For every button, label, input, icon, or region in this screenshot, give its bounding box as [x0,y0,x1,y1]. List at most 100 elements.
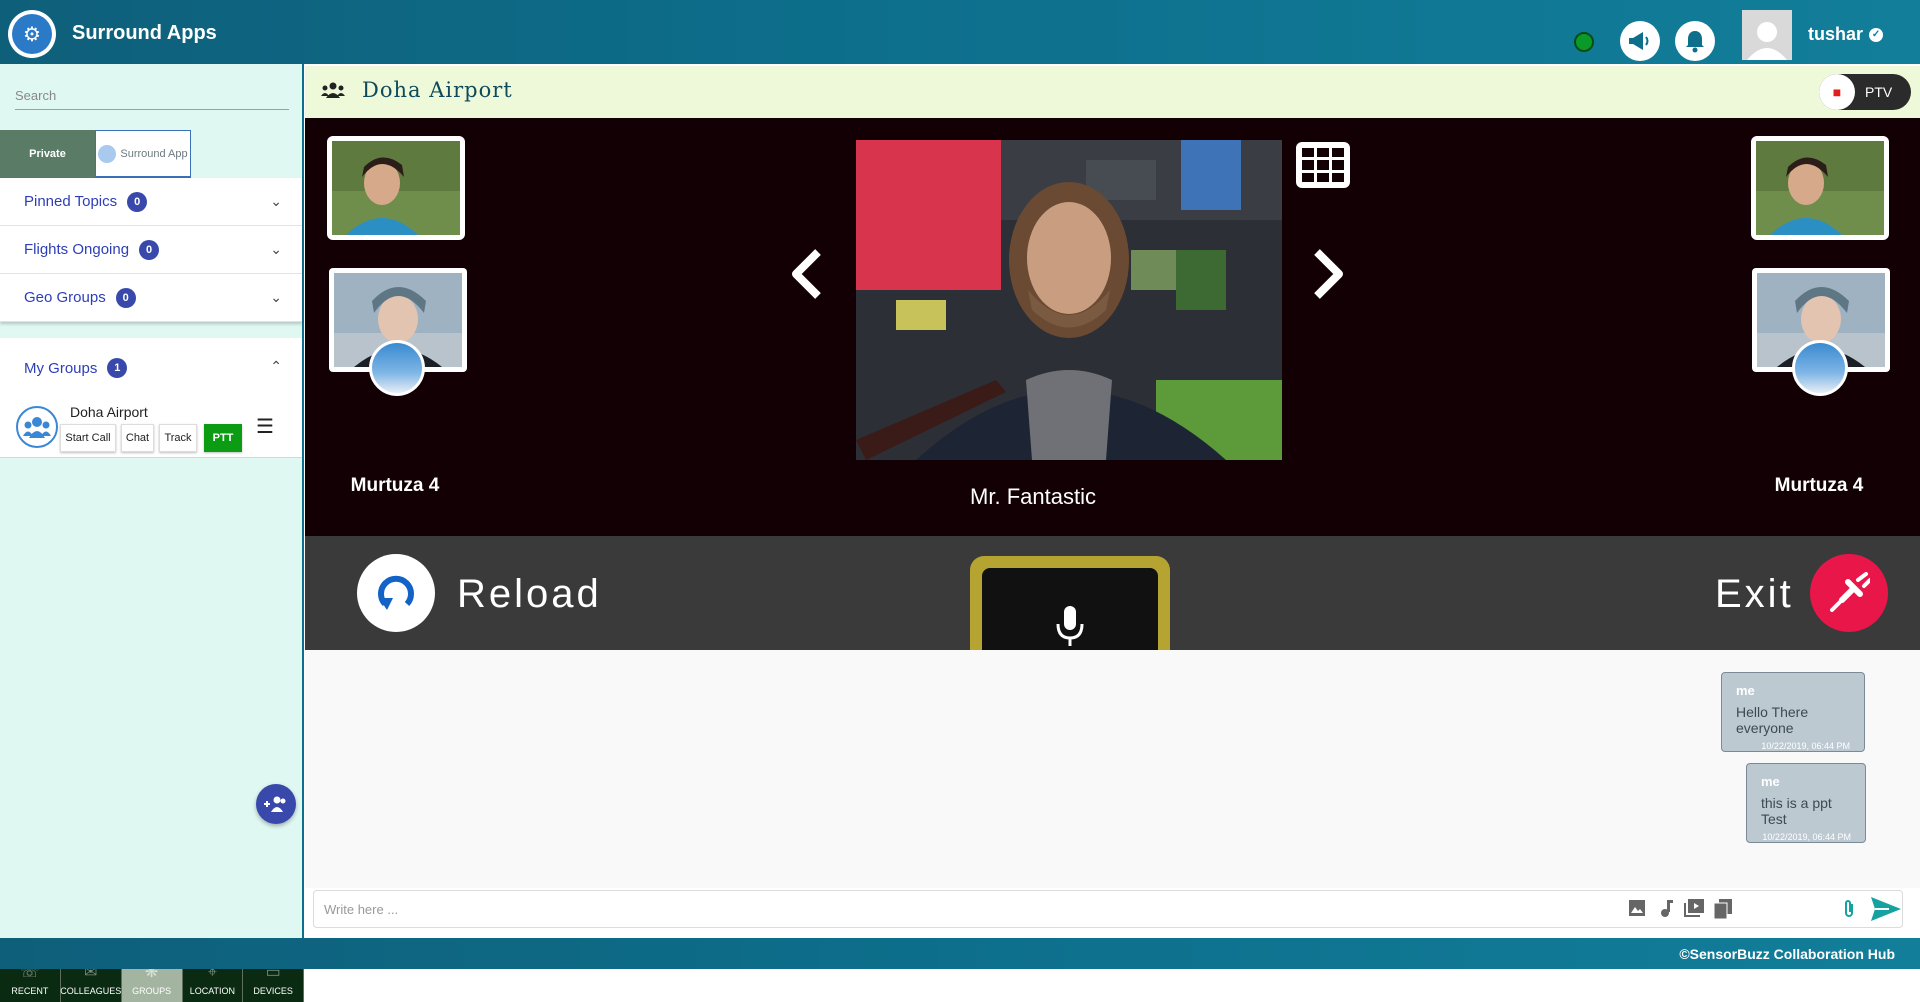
megaphone-icon [1629,32,1649,50]
nav-location-label: LOCATION [189,986,236,996]
start-call-button[interactable]: Start Call [60,424,116,452]
group-avatar-icon [16,406,58,448]
chevron-up-icon: ⌃ [270,358,282,374]
participant-thumbnail[interactable] [327,136,465,240]
microphone-icon [982,568,1158,650]
accordion-flights-ongoing[interactable]: Flights Ongoing 0 ⌄ [0,226,302,274]
music-note-icon[interactable] [1659,899,1673,922]
push-to-talk-button[interactable] [970,556,1170,650]
footer-copyright: ©SensorBuzz Collaboration Hub [1679,946,1895,962]
video-stage: Murtuza 4 Mr. Fantastic Murtuza 4 [305,118,1920,536]
my-groups-count: 1 [107,358,128,378]
conversation-title: Doha Airport [362,78,513,102]
footer: ©SensorBuzz Collaboration Hub [0,938,1920,969]
reload-button[interactable] [357,554,435,632]
pinned-topics-label: Pinned Topics [24,193,118,210]
chat-button[interactable]: Chat [121,424,154,452]
participant-avatar[interactable] [369,340,425,396]
geo-groups-count: 0 [115,287,136,308]
call-controls: Reload Exit [305,536,1920,650]
reload-icon [378,575,414,610]
participant-video [332,141,460,235]
search-input[interactable]: Search [15,82,289,110]
add-group-button[interactable] [256,784,296,824]
accordion-my-groups[interactable]: My Groups 1 ⌃ [0,338,302,398]
message-input[interactable]: Write here ... [324,902,398,917]
user-silhouette-icon [1747,22,1787,60]
sidebar-tabs: Private Surround App [0,130,191,178]
tab-surround-app[interactable]: Surround App [95,130,191,178]
my-groups-accordion: My Groups 1 ⌃ [0,338,302,398]
track-button[interactable]: Track [159,424,197,452]
accordion-pinned-topics[interactable]: Pinned Topics 0 ⌄ [0,178,302,226]
chat-area: me Hello There everyone 10/22/2019, 06:4… [305,650,1920,888]
user-avatar[interactable] [1742,10,1792,60]
chat-message: me Hello There everyone 10/22/2019, 06:4… [1721,672,1865,752]
geo-groups-label: Geo Groups [24,289,106,306]
message-composer[interactable]: Write here ... [313,890,1903,928]
user-name: tushar [1808,24,1864,44]
topics-accordion: Pinned Topics 0 ⌄ Flights Ongoing 0 ⌄ Ge… [0,178,302,322]
participant-name-left: Murtuza 4 [350,475,440,496]
reload-label[interactable]: Reload [457,572,602,617]
add-group-icon [264,796,286,812]
conversation-header: Doha Airport ■ PTV [305,66,1920,118]
document-icon[interactable] [1713,899,1732,924]
online-status-indicator [1574,32,1594,52]
video-library-icon[interactable] [1684,899,1704,922]
message-sender: me [1736,683,1755,698]
grid-layout-icon[interactable] [1296,142,1350,188]
accordion-geo-groups[interactable]: Geo Groups 0 ⌄ [0,274,302,322]
participant-thumbnail[interactable] [1751,136,1889,240]
chat-message: me this is a ppt Test 10/22/2019, 06:44 … [1746,763,1866,843]
next-arrow-icon[interactable] [1311,248,1347,313]
tab-private[interactable]: Private [0,130,95,178]
hamburger-menu-icon[interactable]: ☰ [256,414,274,439]
chevron-down-icon: ⌄ [270,241,282,257]
announcement-button[interactable] [1620,21,1660,61]
message-time: 10/22/2019, 06:44 PM [1761,741,1850,751]
message-time: 10/22/2019, 06:44 PM [1762,832,1851,842]
unplug-icon [1830,572,1870,612]
sidebar: Search Private Surround App Pinned Topic… [0,64,304,1002]
nav-recent-label: RECENT [11,986,49,996]
main-video [856,140,1282,460]
previous-arrow-icon[interactable] [788,248,824,313]
exit-button[interactable] [1810,554,1888,632]
ptt-button[interactable]: PTT [204,424,242,452]
bell-icon [1686,31,1704,53]
ptv-button[interactable]: ■ PTV [1819,74,1911,110]
group-item-doha-airport[interactable]: Doha Airport Start Call Chat Track PTT ☰ [0,398,302,458]
chevron-down-icon: ⌄ [270,193,282,209]
message-text: Hello There everyone [1736,704,1809,736]
user-menu[interactable]: tushar ✓ [1808,24,1884,45]
participant-avatar[interactable] [1792,340,1848,396]
message-text: this is a ppt Test [1761,795,1832,827]
group-name: Doha Airport [70,404,148,420]
avatar-image [1795,343,1845,393]
app-title: Surround Apps [72,22,217,44]
tab-surround-label: Surround App [120,147,188,160]
app-logo[interactable]: ⚙ [8,10,56,58]
flights-ongoing-count: 0 [139,239,160,260]
avatar-image [372,343,422,393]
top-bar: ⚙ Surround Apps tushar ✓ [0,0,1920,64]
message-sender: me [1761,774,1780,789]
send-icon[interactable] [1871,897,1901,926]
image-icon[interactable] [1628,899,1646,922]
exit-label[interactable]: Exit [1715,572,1794,617]
nav-colleagues-label: COLLEAGUES [60,986,122,996]
notifications-button[interactable] [1675,21,1715,61]
my-groups-label: My Groups [24,359,98,377]
chevron-down-icon: ⌄ [270,289,282,305]
nav-groups-label: GROUPS [132,986,172,996]
verified-icon: ✓ [1869,28,1884,43]
flights-ongoing-label: Flights Ongoing [24,241,130,258]
group-icon [321,82,345,103]
pinned-topics-count: 0 [127,191,148,212]
paperclip-icon[interactable] [1842,899,1856,924]
participant-video [1756,141,1884,235]
participant-name-right: Murtuza 4 [1774,475,1864,496]
main-participant-name: Mr. Fantastic [970,484,1096,509]
nav-devices-label: DEVICES [253,986,293,996]
